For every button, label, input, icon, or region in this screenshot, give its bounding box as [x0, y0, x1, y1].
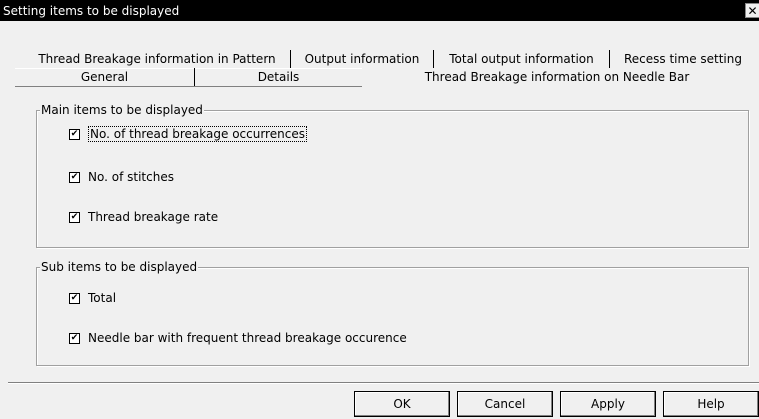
main-items-legend: Main items to be displayed: [40, 103, 204, 117]
sub-items-group: Sub items to be displayed ✔ Total ✔ Need…: [36, 260, 749, 366]
tab-general[interactable]: General: [15, 68, 195, 86]
help-button[interactable]: Help: [663, 391, 759, 417]
tab-thread-breakage-needle-bar[interactable]: Thread Breakage information on Needle Ba…: [362, 68, 752, 86]
checkbox-box[interactable]: ✔: [69, 332, 80, 344]
checkbox-stitches[interactable]: ✔ No. of stitches: [69, 170, 174, 184]
dialog-separator: [8, 382, 759, 384]
tab-thread-breakage-pattern[interactable]: Thread Breakage information in Pattern: [24, 50, 291, 68]
tab-details[interactable]: Details: [195, 68, 362, 86]
checkbox-box[interactable]: ✔: [69, 292, 80, 304]
checkbox-total[interactable]: ✔ Total: [69, 291, 116, 305]
checkbox-label: Needle bar with frequent thread breakage…: [88, 331, 407, 345]
checkbox-box[interactable]: ✔: [69, 171, 80, 183]
checkbox-box[interactable]: ✔: [69, 128, 80, 140]
tab-total-output-information[interactable]: Total output information: [434, 50, 610, 68]
sub-items-legend: Sub items to be displayed: [40, 260, 199, 274]
checkbox-thread-breakage-rate[interactable]: ✔ Thread breakage rate: [69, 210, 218, 224]
window-title: Setting items to be displayed: [3, 3, 180, 18]
window-titlebar: Setting items to be displayed ✕: [0, 0, 759, 21]
checkbox-thread-breakage-occurrences[interactable]: ✔ No. of thread breakage occurrences: [69, 126, 307, 142]
checkbox-needle-bar-frequent-breakage[interactable]: ✔ Needle bar with frequent thread breaka…: [69, 331, 407, 345]
checkbox-label: No. of thread breakage occurrences: [88, 126, 307, 142]
close-icon[interactable]: ✕: [745, 3, 759, 18]
ok-button[interactable]: OK: [354, 391, 450, 417]
tab-recess-time-setting[interactable]: Recess time setting: [610, 50, 756, 68]
cancel-button[interactable]: Cancel: [457, 391, 553, 417]
main-items-group: Main items to be displayed ✔ No. of thre…: [36, 103, 749, 248]
tab-baseline: [15, 86, 362, 87]
checkbox-label: No. of stitches: [88, 170, 174, 184]
tab-output-information[interactable]: Output information: [291, 50, 434, 68]
checkbox-label: Thread breakage rate: [88, 210, 219, 224]
checkbox-label: Total: [88, 291, 117, 305]
checkbox-box[interactable]: ✔: [69, 211, 80, 223]
apply-button[interactable]: Apply: [560, 391, 656, 417]
